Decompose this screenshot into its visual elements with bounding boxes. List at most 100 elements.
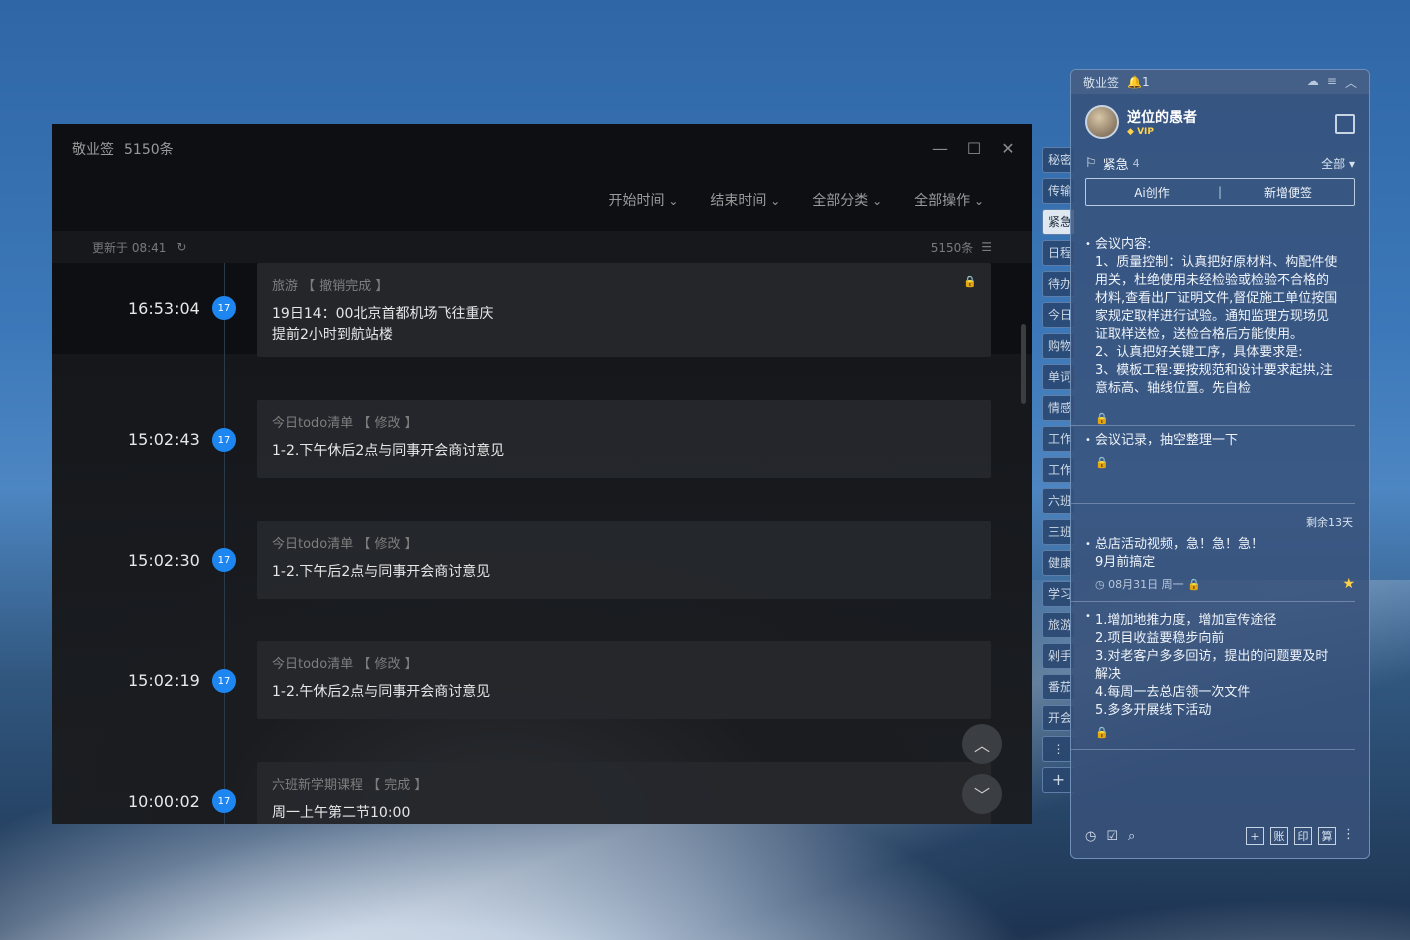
vip-badge: VIP [1137,127,1154,137]
note-item[interactable]: 总店活动视频，急！急！急！ 9月前搞定 ◷ 08月31日 周一 🔒 ★ [1071,530,1355,602]
cloud-sync-icon[interactable]: ☁ [1307,74,1319,91]
entry-card[interactable]: 今日todo清单 【 修改 】 1-2.午休后2点与同事开会商讨意见 [257,641,991,719]
entry-time: 15:02:30 [128,551,200,570]
diamond-icon: ◆ [1127,127,1134,137]
entry-action: 【 修改 】 [357,416,418,431]
ledger-button[interactable]: 账 [1270,827,1288,845]
refresh-icon[interactable]: ↻ [176,240,186,254]
calendar-icon[interactable] [1335,114,1355,134]
note-text: 会议记录，抽空整理一下 [1095,433,1239,448]
note-text: 1.增加地推力度，增加宣传途径 2.项目收益要稳步向前 3.对老客户多多回访，提… [1095,613,1329,718]
calendar-day-badge: 17 [212,669,236,693]
entry-time: 15:02:19 [128,671,200,690]
entry-action: 【 撤销完成 】 [302,279,389,294]
notes-panel: 敬业签 🔔 1 ☁ ≡ ︿ 逆位的愚者 ◆ VIP ⚐ 紧急 4 全部 ▾ Ai… [1070,69,1370,859]
filter-end-time[interactable]: 结束时间 [710,190,780,210]
ai-create-button[interactable]: Ai创作 [1086,184,1218,201]
scroll-up-button[interactable]: ︿ [962,724,1002,764]
entry-line1: 1-2.下午休后2点与同事开会商讨意见 [272,443,505,459]
window-titlebar: 敬业签 5150条 [52,124,1032,174]
user-header: 逆位的愚者 ◆ VIP [1071,94,1369,150]
window-title: 敬业签 [72,142,114,158]
entry-action: 【 修改 】 [357,657,418,672]
panel-topbar: 敬业签 🔔 1 ☁ ≡ ︿ [1071,70,1369,94]
history-icon[interactable]: ◷ [1085,829,1096,844]
calendar-day-badge: 17 [212,296,236,320]
window-count: 5150条 [124,142,174,158]
search-icon[interactable]: ⌕ [1128,829,1135,844]
filter-start-time[interactable]: 开始时间 [609,190,679,210]
entry-card[interactable]: 六班新学期课程 【 完成 】 周一上午第二节10:00 [257,762,991,824]
note-item[interactable]: 会议记录，抽空整理一下 🔒 [1071,426,1355,504]
star-icon[interactable]: ★ [1342,575,1355,593]
calendar-day-badge: 17 [212,428,236,452]
entry-category: 旅游 [272,279,299,294]
calendar-day-badge: 17 [212,548,236,572]
action-bar: Ai创作 | 新增便签 [1085,178,1355,206]
lock-icon: 🔒 [1095,456,1109,469]
filter-all-dropdown[interactable]: 全部 ▾ [1321,155,1355,172]
list-toggle-icon[interactable]: ☰ [981,240,992,254]
add-icon[interactable]: + [1246,827,1264,845]
scroll-down-button[interactable]: ﹀ [962,774,1002,814]
entry-card[interactable]: 今日todo清单 【 修改 】 1-2.下午后2点与同事开会商讨意见 [257,521,991,599]
note-item[interactable]: 1.增加地推力度，增加宣传途径 2.项目收益要稳步向前 3.对老客户多多回访，提… [1071,602,1355,750]
entry-category: 今日todo清单 [272,657,354,672]
calendar-day-badge: 17 [212,789,236,813]
bookmark-icon: ⚐ [1085,155,1097,171]
bell-count: 1 [1141,75,1150,89]
entry-category: 今日todo清单 [272,537,354,552]
entry-line2: 提前2小时到航站楼 [272,327,393,343]
more-vertical-icon[interactable]: ⋮ [1342,827,1355,845]
remaining-days: 剩余13天 [1306,516,1353,529]
entry-category: 六班新学期课程 [272,778,364,793]
window-controls: — ☐ ✕ [928,136,1020,160]
panel-app-name: 敬业签 [1083,75,1120,90]
note-text: 总店活动视频，急！急！急！ 9月前搞定 [1095,537,1265,570]
note-item[interactable]: 会议内容: 1、质量控制：认真把好原材料、构配件使用关，杜绝使用未经检验或检验不… [1071,230,1355,426]
checklist-icon[interactable]: ☑ [1106,829,1118,844]
avatar[interactable] [1085,105,1119,139]
clock-icon: ◷ [1095,578,1105,591]
lock-icon: 🔒 [963,275,977,288]
entry-time: 10:00:02 [128,792,200,811]
total-count: 5150条 [930,240,974,255]
entry-card[interactable]: 今日todo清单 【 修改 】 1-2.下午休后2点与同事开会商讨意见 [257,400,991,478]
entry-line1: 周一上午第二节10:00 [272,805,411,821]
entry-action: 【 完成 】 [367,778,428,793]
print-button[interactable]: 印 [1294,827,1312,845]
username: 逆位的愚者 [1127,110,1197,126]
entry-card[interactable]: 旅游 【 撤销完成 】 19日14：00北京首都机场飞往重庆 提前2小时到航站楼… [257,263,991,357]
lock-icon: 🔒 [1095,726,1109,739]
entry-line1: 1-2.下午后2点与同事开会商讨意见 [272,564,491,580]
note-date: 08月31日 周一 [1108,578,1184,591]
entry-action: 【 修改 】 [357,537,418,552]
new-note-button[interactable]: 新增便签 [1222,184,1354,201]
menu-icon[interactable]: ≡ [1327,74,1337,91]
lock-icon: 🔒 [1095,412,1109,425]
notes-list: 会议内容: 1、质量控制：认真把好原材料、构配件使用关，杜绝使用未经检验或检验不… [1071,230,1369,808]
category-row: ⚐ 紧急 4 全部 ▾ [1071,150,1369,176]
bell-icon[interactable]: 🔔 [1127,75,1142,89]
scrollbar[interactable] [1021,324,1026,404]
category-count: 4 [1132,156,1140,170]
current-category: 紧急 [1102,157,1129,173]
panel-bottombar: ◷ ☑ ⌕ + 账 印 算 ⋮ [1071,814,1369,858]
filter-operation[interactable]: 全部操作 [914,190,984,210]
timeline-line [224,263,225,824]
calculate-button[interactable]: 算 [1318,827,1336,845]
note-text: 会议内容: 1、质量控制：认真把好原材料、构配件使用关，杜绝使用未经检验或检验不… [1095,237,1338,396]
close-icon[interactable]: ✕ [996,136,1020,160]
filter-all-label: 全部 [1321,156,1346,171]
collapse-icon[interactable]: ︿ [1345,74,1357,91]
entry-category: 今日todo清单 [272,416,354,431]
filter-category[interactable]: 全部分类 [812,190,882,210]
history-window: 敬业签 5150条 — ☐ ✕ 开始时间 结束时间 全部分类 全部操作 更新于 … [52,124,1032,824]
entry-line1: 1-2.午休后2点与同事开会商讨意见 [272,684,491,700]
maximize-icon[interactable]: ☐ [962,136,986,160]
status-bar: 更新于 08:41 ↻ 5150条 ☰ [52,231,1032,263]
entry-line1: 19日14：00北京首都机场飞往重庆 [272,306,494,322]
filter-bar: 开始时间 结束时间 全部分类 全部操作 [609,190,985,210]
minimize-icon[interactable]: — [928,136,952,160]
lock-icon: 🔒 [1187,578,1201,591]
